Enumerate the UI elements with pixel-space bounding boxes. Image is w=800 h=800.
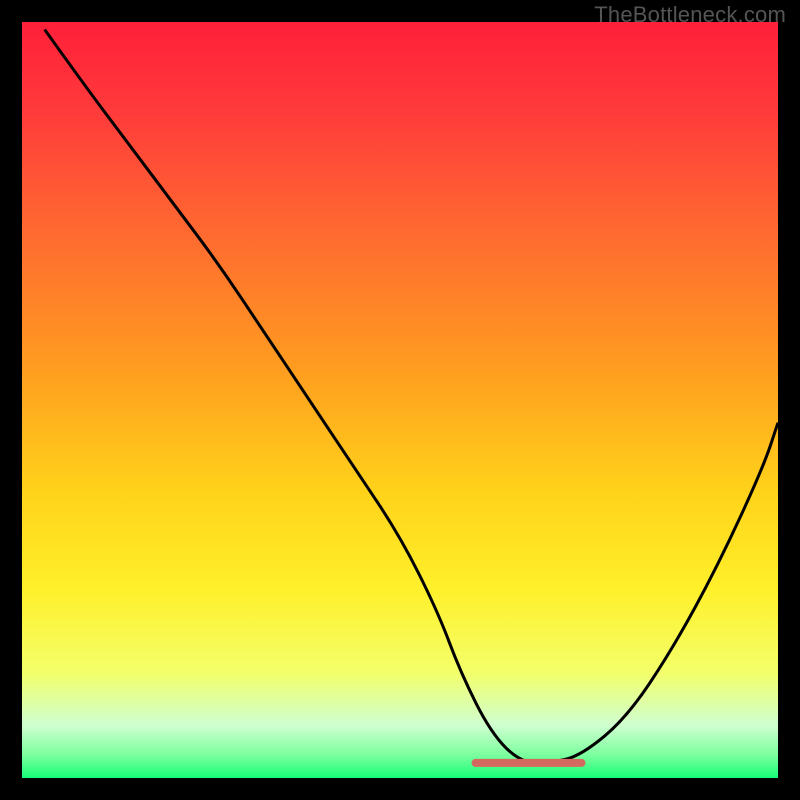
watermark-text: TheBottleneck.com: [594, 2, 786, 28]
curve-layer: [22, 22, 778, 778]
plot-area: [22, 22, 778, 778]
bottleneck-curve: [45, 30, 778, 763]
chart-frame: TheBottleneck.com: [0, 0, 800, 800]
